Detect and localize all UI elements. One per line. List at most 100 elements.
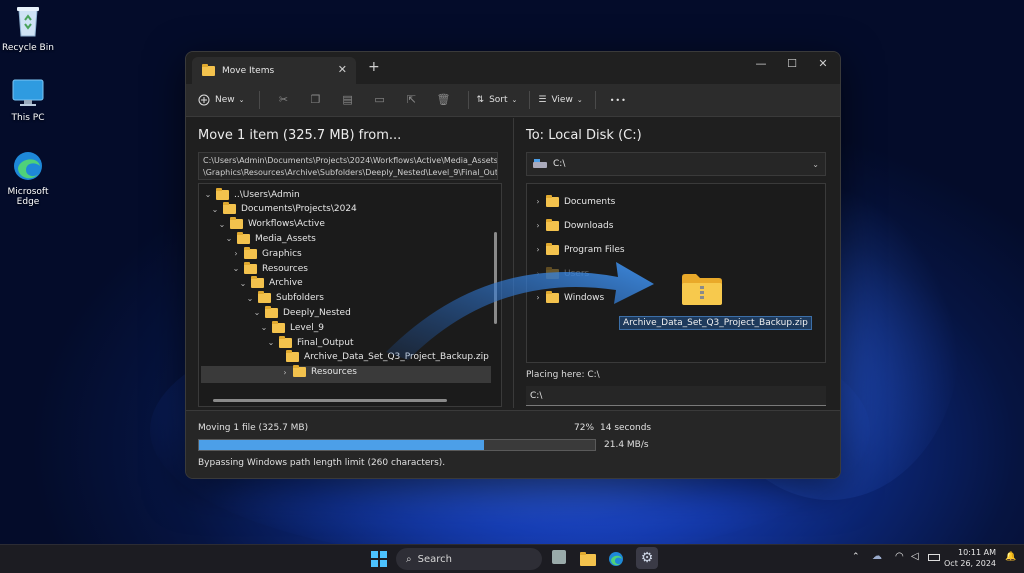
windows-start-icon[interactable]: [371, 551, 387, 567]
folder-icon: [546, 266, 559, 279]
time-remaining: 14 seconds: [600, 423, 652, 433]
destination-path-input[interactable]: [526, 386, 826, 406]
tree-row[interactable]: ⌄ Media_Assets: [224, 231, 316, 246]
folder-icon: [230, 217, 243, 230]
plus-circle-icon: [198, 94, 210, 106]
tree-row[interactable]: ⌄ Level_9: [259, 320, 324, 335]
minimize-button[interactable]: —: [751, 57, 771, 70]
task-view-icon[interactable]: [552, 550, 566, 564]
drive-icon: [533, 159, 547, 168]
chevron-right-icon[interactable]: ›: [533, 197, 543, 206]
wifi-icon[interactable]: ◠: [895, 551, 904, 562]
destination-folder-row[interactable]: › Downloads: [533, 218, 613, 233]
toolbar-divider: [529, 91, 531, 109]
maximize-button[interactable]: ☐: [782, 57, 802, 70]
sort-label: Sort: [489, 95, 508, 105]
view-button[interactable]: ☰ View ⌄: [538, 95, 582, 105]
destination-folder-row[interactable]: › Program Files: [533, 242, 625, 257]
drive-value: C:\: [553, 159, 566, 169]
tree-row[interactable]: ⌄ Archive: [238, 276, 303, 291]
destination-folder-row[interactable]: › Users: [533, 266, 589, 281]
edge-taskbar-icon[interactable]: [608, 551, 624, 567]
taskbar-search[interactable]: ⌕ Search: [396, 548, 542, 570]
close-window-button[interactable]: ✕: [813, 57, 833, 70]
tab-close-icon[interactable]: ✕: [338, 63, 347, 76]
desktop-icon-this-pc[interactable]: This PC: [0, 78, 56, 123]
chevron-right-icon[interactable]: ›: [533, 221, 543, 230]
chevron-down-icon[interactable]: ⌄: [266, 338, 276, 347]
chevron-down-icon[interactable]: ⌄: [252, 308, 262, 317]
tree-row[interactable]: ⌄ Documents\Projects\2024: [210, 202, 357, 217]
folder-icon: [272, 320, 285, 333]
new-button[interactable]: New ⌄: [198, 94, 245, 106]
battery-icon[interactable]: [928, 554, 940, 561]
chevron-down-icon[interactable]: ⌄: [203, 190, 213, 199]
view-icon: ☰: [538, 95, 547, 105]
chevron-down-icon[interactable]: ⌄: [210, 205, 220, 214]
zip-folder-icon: [682, 274, 722, 305]
paste-icon[interactable]: ▤: [340, 92, 356, 108]
chevron-down-icon[interactable]: ⌄: [259, 323, 269, 332]
cut-icon[interactable]: ✂: [276, 92, 292, 108]
tree-row[interactable]: ⌄ Resources: [231, 261, 308, 276]
notification-bell-icon[interactable]: 🔔: [1005, 552, 1016, 562]
settings-taskbar-icon[interactable]: ⚙: [636, 547, 658, 569]
tray-chevron-up-icon[interactable]: ⌃: [852, 552, 860, 562]
tree-row-selected-file[interactable]: Archive_Data_Set_Q3_Project_Backup.zip: [273, 350, 489, 365]
desktop-icon-recycle-bin[interactable]: Recycle Bin: [0, 4, 56, 53]
tree-row[interactable]: › Graphics: [231, 246, 302, 261]
chevron-down-icon: ⌄: [511, 96, 518, 104]
horizontal-scrollbar[interactable]: [213, 399, 447, 402]
volume-icon[interactable]: ◁: [911, 551, 919, 562]
new-tab-button[interactable]: +: [368, 59, 380, 75]
tree-row[interactable]: ⌄ Deeply_Nested: [252, 305, 351, 320]
folder-icon: [279, 335, 292, 348]
tree-row[interactable]: ⌄ Workflows\Active: [217, 217, 325, 232]
folder-icon: [216, 187, 229, 200]
chevron-right-icon[interactable]: ›: [533, 245, 543, 254]
chevron-right-icon[interactable]: ›: [280, 368, 290, 377]
more-options-button[interactable]: •••: [610, 96, 627, 105]
destination-folder-row[interactable]: › Windows: [533, 290, 604, 305]
chevron-right-icon[interactable]: ›: [533, 269, 543, 278]
dragged-file-label: Archive_Data_Set_Q3_Project_Backup.zip: [619, 316, 812, 330]
destination-folder-list: › Documents › Downloads › Program Files › Users…: [526, 183, 826, 363]
desktop-icon-label: This PC: [11, 113, 45, 123]
folder-icon: [265, 305, 278, 318]
share-icon[interactable]: ⇱: [404, 92, 420, 108]
tree-row[interactable]: ⌄ Subfolders: [245, 291, 324, 306]
chevron-down-icon[interactable]: ⌄: [231, 264, 241, 273]
cloud-icon[interactable]: ☁: [872, 551, 882, 562]
tree-row[interactable]: ⌄ Final_Output: [266, 335, 354, 350]
clock-time[interactable]: 10:11 AM: [944, 548, 996, 557]
monitor-icon: [12, 79, 44, 106]
chevron-right-icon[interactable]: ›: [533, 293, 543, 302]
sort-button[interactable]: ⇅ Sort ⌄: [477, 95, 518, 105]
tab-move-items[interactable]: Move Items ✕: [192, 57, 356, 84]
zip-file-icon: [286, 350, 299, 363]
chevron-right-icon[interactable]: ›: [231, 249, 241, 258]
progress-percent: 72%: [574, 423, 595, 433]
tree-row-label: Subfolders: [276, 293, 324, 304]
chevron-down-icon[interactable]: ⌄: [224, 234, 234, 243]
source-path-line-1: C:\Users\Admin\Documents\Projects\2024\W…: [203, 156, 498, 165]
clock-date[interactable]: Oct 26, 2024: [944, 559, 996, 568]
chevron-down-icon[interactable]: ⌄: [238, 279, 248, 288]
desktop-icon-label: Recycle Bin: [2, 43, 54, 53]
delete-icon[interactable]: 🗑: [436, 92, 452, 108]
progress-bar-fill: [199, 440, 485, 450]
folder-icon: [546, 290, 559, 303]
destination-folder-row[interactable]: › Documents: [533, 194, 615, 209]
chevron-down-icon[interactable]: ⌄: [245, 294, 255, 303]
vertical-scrollbar[interactable]: [494, 232, 497, 324]
chevron-down-icon[interactable]: ⌄: [217, 220, 227, 229]
copy-icon[interactable]: ❐: [308, 92, 324, 108]
drive-select[interactable]: C:\ ⌄: [526, 152, 826, 176]
desktop-icon-edge[interactable]: Microsoft Edge: [0, 150, 56, 207]
file-explorer-taskbar-icon[interactable]: [580, 552, 596, 566]
tree-row-label: Archive: [269, 278, 303, 289]
rename-icon[interactable]: ▭: [372, 92, 388, 108]
tree-row[interactable]: › Resources: [280, 365, 357, 380]
folder-icon: [251, 276, 264, 289]
tree-row[interactable]: ⌄ ..\Users\Admin: [203, 187, 300, 202]
